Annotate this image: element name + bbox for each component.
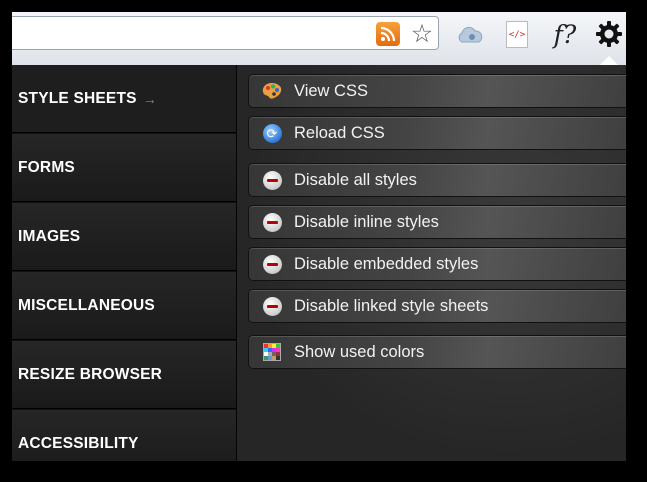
command-label: Reload CSS (294, 123, 385, 142)
popup-caret (600, 56, 618, 65)
cloud-icon[interactable] (455, 24, 485, 46)
bookmark-star-icon[interactable]: ☆ (408, 20, 436, 48)
palette-icon (262, 81, 282, 101)
font-help-icon[interactable]: f? (548, 18, 582, 50)
disable-icon (262, 296, 282, 316)
sidebar-item-accessibility[interactable]: ACCESSIBILITY (12, 410, 236, 461)
command-label: Disable linked style sheets (294, 296, 489, 315)
command-label: Disable inline styles (294, 212, 439, 231)
view-css-button[interactable]: View CSS (248, 74, 626, 108)
reload-css-button[interactable]: ⟳ Reload CSS (248, 116, 626, 150)
sidebar-item-style-sheets[interactable]: STYLE SHEETS → (12, 65, 236, 133)
address-bar[interactable] (12, 16, 439, 50)
disable-linked-style-sheets-button[interactable]: Disable linked style sheets (248, 289, 626, 323)
show-used-colors-button[interactable]: Show used colors (248, 335, 626, 369)
command-panel: View CSS ⟳ Reload CSS Disable all styles… (237, 65, 626, 461)
sidebar-item-label: MISCELLANEOUS (18, 296, 155, 314)
font-help-label: f? (553, 19, 577, 49)
command-label: Disable embedded styles (294, 254, 479, 273)
color-grid-icon (262, 342, 282, 362)
sidebar-item-label: STYLE SHEETS (18, 89, 137, 107)
color-swatch-cell (276, 356, 280, 360)
sidebar-item-images[interactable]: IMAGES (12, 203, 236, 271)
sidebar-item-resize-browser[interactable]: RESIZE BROWSER (12, 341, 236, 409)
disable-icon (262, 170, 282, 190)
disable-embedded-styles-button[interactable]: Disable embedded styles (248, 247, 626, 281)
command-label: Show used colors (294, 342, 425, 361)
disable-inline-styles-button[interactable]: Disable inline styles (248, 205, 626, 239)
browser-toolbar: ☆ </> f? (12, 12, 626, 65)
code-label: </> (508, 29, 526, 40)
rss-feed-icon[interactable] (376, 22, 400, 46)
sidebar-item-label: IMAGES (18, 227, 81, 245)
reload-icon: ⟳ (262, 123, 282, 143)
settings-gear-icon[interactable] (594, 19, 624, 49)
command-label: Disable all styles (294, 170, 417, 189)
sidebar-item-forms[interactable]: FORMS (12, 134, 236, 202)
sidebar-item-label: RESIZE BROWSER (18, 365, 163, 383)
disable-icon (262, 212, 282, 232)
view-source-icon[interactable]: </> (506, 21, 528, 48)
arrow-right-icon: → (142, 90, 157, 107)
sidebar-item-label: ACCESSIBILITY (18, 434, 139, 452)
browser-window: ☆ </> f? STYLE SHEETS → FORMS IMAGES MIS… (12, 12, 626, 461)
sidebar-item-label: FORMS (18, 158, 75, 176)
disable-all-styles-button[interactable]: Disable all styles (248, 163, 626, 197)
disable-icon (262, 254, 282, 274)
sidebar-item-miscellaneous[interactable]: MISCELLANEOUS (12, 272, 236, 340)
command-label: View CSS (294, 81, 368, 100)
sidebar: STYLE SHEETS → FORMS IMAGES MISCELLANEOU… (12, 65, 236, 461)
